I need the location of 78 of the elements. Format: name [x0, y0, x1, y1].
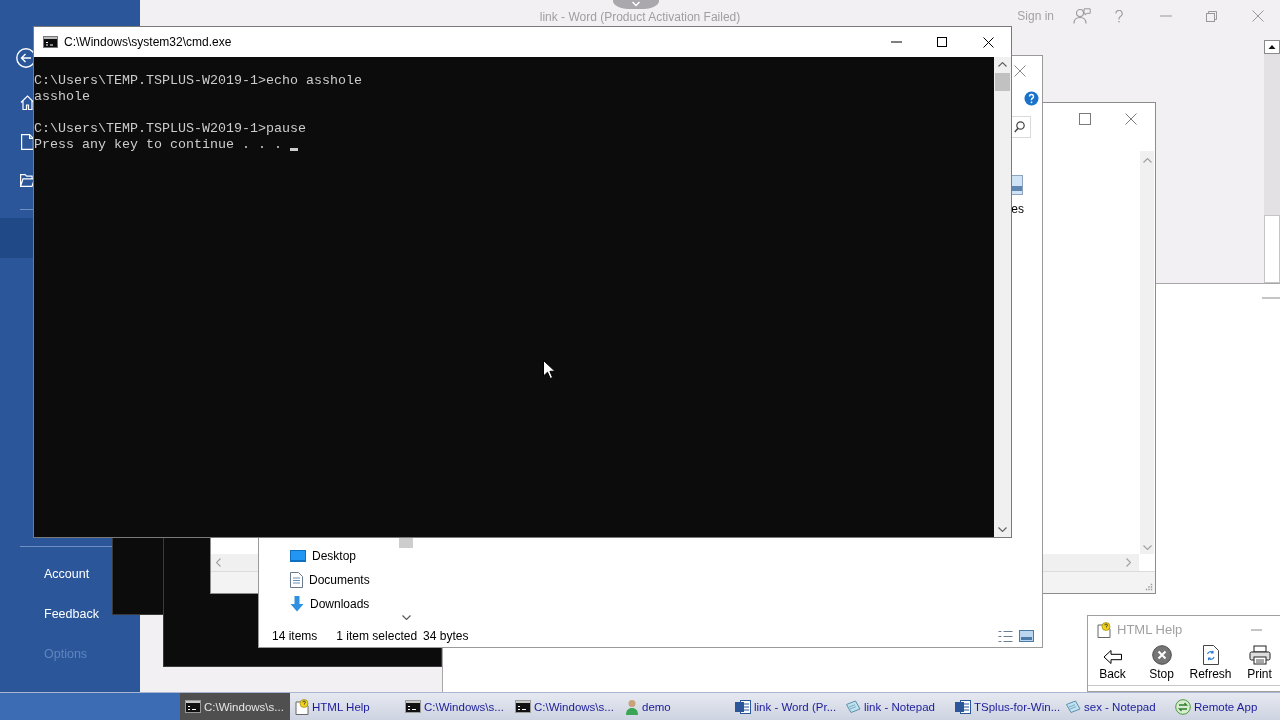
status-text: 1 item selected — [336, 629, 418, 643]
window-title: link - Word (Product Activation Failed) — [539, 10, 741, 24]
printer-icon — [1248, 645, 1271, 665]
scrollbar-thumb[interactable] — [1264, 215, 1280, 283]
document-icon[interactable] — [21, 134, 34, 150]
home-icon[interactable] — [20, 95, 35, 110]
swap-arrows-icon — [1175, 698, 1191, 715]
scrollbar-thumb[interactable] — [399, 537, 413, 548]
scroll-right-icon[interactable] — [1126, 558, 1131, 567]
console-icon — [185, 700, 201, 713]
help-document-icon — [295, 698, 309, 715]
thumbnail-view-icon[interactable] — [1019, 630, 1034, 642]
toolbar-button[interactable]: Stop — [1137, 643, 1186, 685]
restore-icon[interactable] — [1206, 10, 1217, 22]
stop-icon — [1151, 645, 1172, 665]
console-line: C:\Users\TEMP.TSPLUS-W2019-1>echo asshole — [34, 73, 362, 89]
refresh-page-icon — [1202, 645, 1219, 665]
taskbar-button[interactable]: sex - Notepad — [1060, 693, 1170, 720]
chevron-down-icon[interactable] — [613, 0, 659, 9]
taskbar-button[interactable]: C:\Windows\s... — [180, 693, 290, 720]
console-line: asshole — [34, 89, 90, 105]
minimize-icon[interactable] — [1251, 628, 1262, 631]
document-tile-icon — [955, 698, 971, 715]
download-arrow-icon — [290, 596, 304, 612]
taskbar-button[interactable]: link - Notepad — [840, 693, 950, 720]
taskbar-button[interactable]: C:\Windows\s... — [510, 693, 620, 720]
scroll-down-icon[interactable] — [998, 527, 1007, 532]
taskbar-button[interactable]: HTML Help — [290, 693, 400, 720]
toolbar-button[interactable]: Print — [1235, 643, 1280, 685]
nav-item[interactable]: Downloads — [290, 592, 370, 616]
search-icon — [1014, 121, 1025, 133]
scroll-up-icon[interactable] — [1264, 40, 1280, 54]
status-text: 14 items — [272, 629, 318, 643]
notepad-icon — [845, 699, 861, 714]
taskbar-button[interactable]: Remote App — [1170, 693, 1280, 720]
console-line: C:\Users\TEMP.TSPLUS-W2019-1>pause — [34, 121, 306, 137]
scroll-left-icon[interactable] — [216, 558, 221, 567]
taskbar-button[interactable]: demo — [620, 693, 730, 720]
taskbar-button[interactable]: link - Word (Pr... — [730, 693, 840, 720]
scrollbar[interactable] — [211, 554, 258, 571]
mouse-pointer-icon — [543, 360, 556, 380]
user-icon — [625, 698, 639, 715]
back-arrow-icon — [1102, 649, 1123, 665]
close-icon[interactable] — [983, 36, 994, 48]
search-field[interactable] — [1011, 116, 1031, 138]
scrollbar[interactable] — [1042, 554, 1139, 571]
file-label[interactable]: es — [1011, 202, 1024, 216]
backstage-menu-item[interactable]: Feedback — [0, 594, 111, 634]
console-icon — [43, 36, 58, 48]
help-document-icon — [1096, 621, 1112, 638]
scroll-down-icon[interactable] — [401, 615, 411, 620]
scrollbar[interactable] — [994, 57, 1011, 537]
details-view-icon[interactable] — [998, 629, 1013, 643]
taskbar-button[interactable]: C:\Windows\s... — [400, 693, 510, 720]
status-text: 34 bytes — [423, 629, 469, 643]
resize-grip-icon[interactable] — [1145, 583, 1153, 591]
window-title: HTML Help — [1117, 622, 1183, 637]
toolbar-button[interactable]: Refresh — [1186, 643, 1235, 685]
help-icon[interactable] — [1115, 9, 1123, 23]
console-icon — [515, 700, 531, 713]
console-icon — [405, 700, 421, 713]
notepad-icon — [1065, 699, 1081, 714]
person-icon[interactable] — [1073, 8, 1091, 24]
taskbar-button[interactable]: TSplus-for-Win... — [950, 693, 1060, 720]
toolbar-button[interactable]: Back — [1088, 643, 1137, 685]
nav-item[interactable]: Documents — [290, 568, 370, 592]
help-icon[interactable] — [1024, 90, 1039, 106]
scrollbar-thumb[interactable] — [995, 73, 1010, 91]
maximize-icon[interactable] — [937, 37, 947, 47]
window-title: C:\Windows\system32\cmd.exe — [64, 35, 232, 49]
backstage-menu-item[interactable]: Account — [0, 554, 102, 594]
console-line: Press any key to continue . . . — [34, 137, 282, 153]
nav-item[interactable]: Desktop — [290, 544, 357, 568]
monitor-icon — [290, 549, 306, 563]
folder-icon[interactable] — [20, 174, 35, 187]
document-tile-icon — [735, 698, 751, 715]
document-icon — [290, 572, 303, 588]
scrollbar[interactable] — [1264, 40, 1280, 283]
